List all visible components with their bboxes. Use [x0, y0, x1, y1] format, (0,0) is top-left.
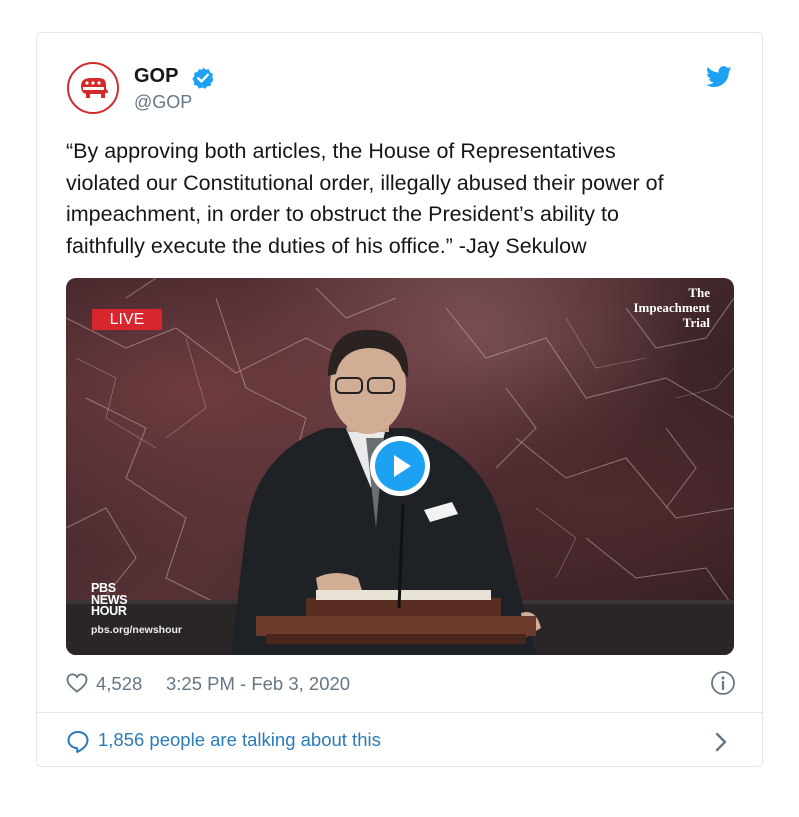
like-count[interactable]: 4,528 [96, 673, 142, 695]
pbs-url: pbs.org/newshour [91, 623, 183, 636]
tweet-text: “By approving both articles, the House o… [66, 136, 746, 262]
tweet-text-line: faithfully execute the duties of his off… [66, 233, 587, 258]
video-player[interactable]: LIVE The Impeachment Trial PBS NEWS HOUR… [66, 278, 734, 655]
avatar[interactable] [67, 62, 119, 114]
conversation-link[interactable]: 1,856 people are talking about this [66, 726, 736, 756]
trial-logo-line: Impeachment [633, 300, 710, 315]
conversation-text[interactable]: 1,856 people are talking about this [98, 729, 381, 751]
tweet-timestamp[interactable]: 3:25 PM - Feb 3, 2020 [166, 673, 350, 695]
pbs-logo-line: HOUR [91, 604, 127, 618]
pbs-newshour-logo: PBS NEWS HOUR pbs.org/newshour [91, 582, 183, 636]
verified-badge-icon [192, 67, 214, 89]
tweet-embed-card: GOP @GOP “By approving both articles, th… [36, 32, 763, 767]
republican-elephant-icon [81, 78, 108, 98]
live-badge: LIVE [92, 309, 162, 330]
reply-bubble-icon [67, 731, 89, 753]
info-icon[interactable] [710, 670, 736, 696]
impeachment-trial-logo: The Impeachment Trial [600, 285, 710, 330]
play-icon [394, 455, 411, 477]
tweet-text-line: impeachment, in order to obstruct the Pr… [66, 202, 619, 226]
chevron-right-icon[interactable] [714, 731, 728, 753]
play-button[interactable] [370, 436, 430, 496]
account-handle[interactable]: @GOP [134, 92, 192, 113]
account-name[interactable]: GOP [134, 65, 178, 88]
twitter-bird-icon[interactable] [706, 66, 732, 88]
divider [37, 712, 762, 713]
trial-logo-line: Trial [682, 315, 710, 330]
heart-icon[interactable] [66, 673, 88, 693]
tweet-meta: 4,528 3:25 PM - Feb 3, 2020 [66, 670, 736, 696]
tweet-text-line: “By approving both articles, the House o… [66, 139, 616, 163]
tweet-text-line: violated our Constitutional order, illeg… [66, 170, 664, 195]
trial-logo-line: The [688, 285, 710, 300]
